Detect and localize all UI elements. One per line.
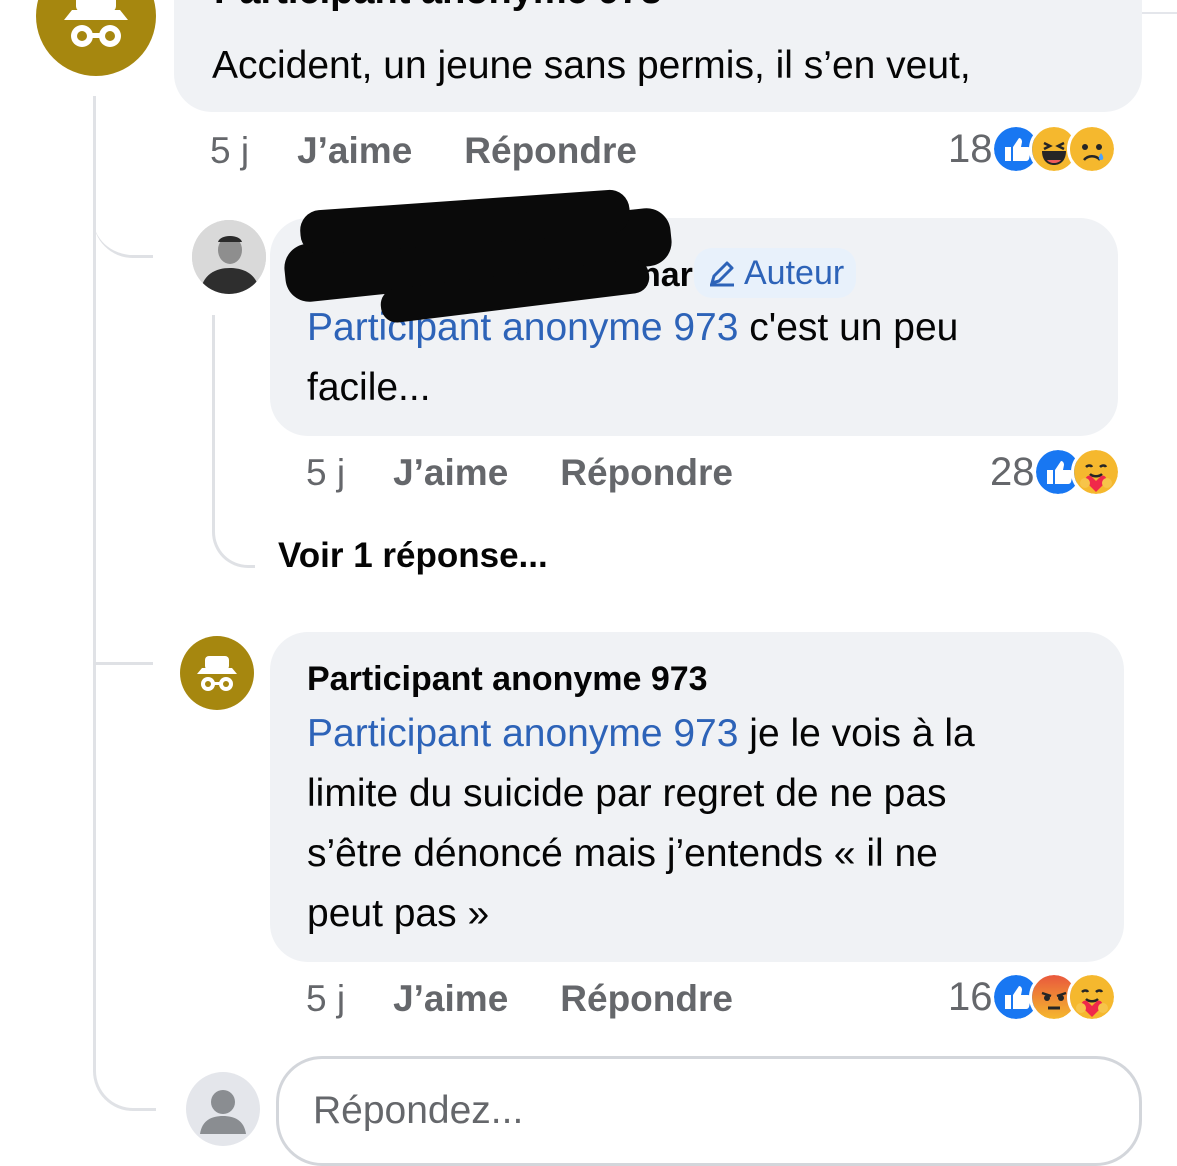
thread-branch-2 [93,610,153,665]
comment-time[interactable]: 5 j [306,978,345,1020]
like-button[interactable]: J’aime [393,452,508,494]
reaction-count: 28 [990,449,1035,494]
reactions-summary[interactable]: 16 [948,972,1117,1022]
reactions-summary[interactable]: 18 [948,124,1117,174]
comment-time[interactable]: 5 j [210,130,249,172]
comment-bubble[interactable]: Participant anonyme 973 Accident, un jeu… [174,0,1142,112]
avatar-anonymous[interactable] [36,0,156,76]
comment-text: Accident, un jeune sans permis, il s’en … [212,44,971,87]
reaction-count: 18 [948,126,993,171]
comment-actions: 5 j J’aime Répondre [306,978,785,1020]
see-replies-link[interactable]: Voir 1 réponse... [278,536,548,576]
reaction-count: 16 [948,974,993,1019]
avatar-author[interactable] [192,220,266,294]
anonymous-icon [197,656,237,691]
comment-author[interactable]: Participant anonyme 973 [307,660,708,699]
reply-button[interactable]: Répondre [560,978,733,1020]
user-icon [200,1090,246,1134]
mention-link[interactable]: Participant anonyme 973 [307,306,738,349]
comment-bubble[interactable]: Participant anonyme 973 Participant anon… [270,632,1124,962]
comment-text: Participant anonyme 973 je le vois à la … [307,712,975,935]
reply-button[interactable]: Répondre [560,452,733,494]
care-icon [1066,972,1117,1022]
mention-link[interactable]: Participant anonyme 973 [307,712,738,755]
current-user-avatar [186,1072,260,1146]
reply-button[interactable]: Répondre [464,130,637,172]
care-icon [1070,447,1121,497]
anonymous-icon [64,0,128,47]
thread-line-nested [212,315,255,568]
pencil-icon [710,261,734,287]
avatar-anonymous[interactable] [180,636,254,710]
reply-input-placeholder: Répondez... [313,1089,524,1132]
reactions-summary[interactable]: 28 [990,447,1121,497]
reply-input[interactable]: Répondez... [276,1056,1142,1166]
comment-actions: 5 j J’aime Répondre [210,130,689,172]
comment-actions: 5 j J’aime Répondre [306,452,785,494]
comment-author[interactable]: Participant anonyme 973 [214,0,662,13]
like-button[interactable]: J’aime [393,978,508,1020]
author-badge-label: Auteur [744,253,845,292]
profile-photo-icon [192,220,266,294]
author-badge: Auteur [694,248,857,298]
comment-time[interactable]: 5 j [306,452,345,494]
sad-icon [1066,124,1117,174]
like-button[interactable]: J’aime [297,130,412,172]
